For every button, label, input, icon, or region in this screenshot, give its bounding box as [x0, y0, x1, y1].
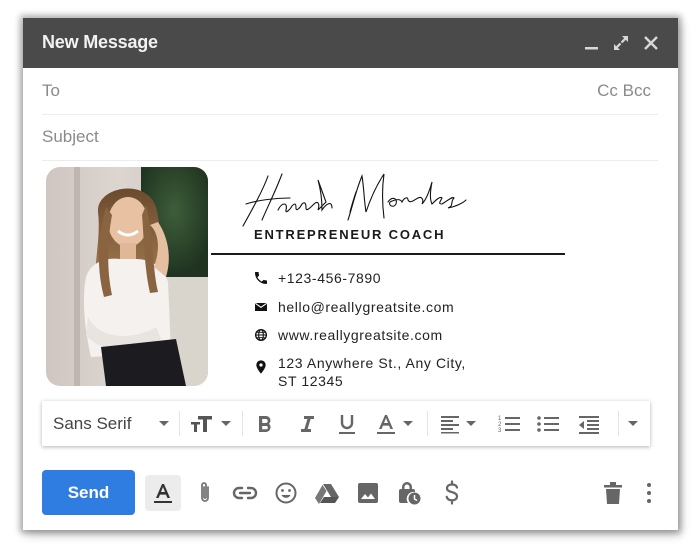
subject-label: Subject — [42, 127, 99, 146]
minimize-icon — [585, 47, 598, 50]
confidential-mode-button[interactable] — [394, 478, 424, 508]
more-formatting-button[interactable] — [628, 401, 638, 446]
italic-button[interactable] — [295, 401, 317, 446]
paperclip-icon — [201, 482, 209, 502]
text-color-button[interactable] — [375, 401, 413, 446]
text-size-icon — [191, 415, 212, 432]
email-icon — [255, 302, 267, 311]
insert-drive-button[interactable] — [312, 478, 342, 508]
to-label: To — [42, 81, 60, 100]
expand-icon — [614, 36, 628, 50]
indent-less-icon — [579, 415, 599, 434]
bcc-link[interactable]: Bcc — [623, 81, 651, 100]
font-family-value: Sans Serif — [53, 413, 132, 433]
link-icon — [232, 486, 258, 500]
more-vertical-icon — [647, 483, 651, 503]
close-icon — [644, 36, 658, 50]
location-pin-icon — [256, 360, 266, 374]
align-button[interactable] — [439, 401, 476, 446]
underline-icon — [339, 414, 355, 434]
phone-text[interactable]: +123-456-7890 — [278, 269, 381, 287]
insert-emoji-button[interactable] — [271, 478, 301, 508]
portrait-image — [46, 167, 208, 386]
subject-field[interactable]: Subject — [42, 114, 658, 161]
insert-photo-button[interactable] — [353, 478, 383, 508]
toolbar-divider — [427, 411, 428, 436]
italic-icon — [301, 415, 314, 432]
numbered-list-button[interactable]: 1 2 3 — [497, 401, 521, 446]
close-button[interactable] — [640, 32, 662, 54]
compose-window: New Message To Cc Bcc Subject ENTREPRENE… — [23, 18, 678, 530]
google-drive-icon — [315, 484, 339, 504]
signature-title: ENTREPRENEUR COACH — [254, 227, 446, 242]
formatting-options-button[interactable] — [145, 475, 181, 511]
align-left-icon — [441, 415, 459, 433]
numbered-list-icon: 1 2 3 — [498, 416, 520, 434]
formatting-toolbar: Sans Serif 1 2 3 — [42, 401, 650, 446]
toolbar-divider — [179, 411, 180, 436]
bold-icon — [259, 415, 271, 432]
send-button[interactable]: Send — [42, 470, 135, 515]
underline-button[interactable] — [336, 401, 358, 446]
trash-icon — [604, 482, 622, 504]
chevron-down-icon — [221, 421, 231, 426]
compose-titlebar[interactable]: New Message — [23, 18, 678, 68]
bulleted-list-button[interactable] — [536, 401, 560, 446]
more-options-button[interactable] — [634, 478, 664, 508]
emoji-icon — [275, 482, 297, 504]
signature-name — [238, 168, 468, 230]
signature-divider — [211, 253, 565, 255]
globe-icon — [255, 329, 267, 341]
bulleted-list-icon — [537, 415, 559, 432]
discard-draft-button[interactable] — [598, 478, 628, 508]
signature-name-script — [242, 173, 467, 227]
svg-text:3: 3 — [498, 428, 502, 434]
text-color-icon — [377, 414, 395, 434]
attach-files-button[interactable] — [190, 478, 220, 508]
expand-button[interactable] — [610, 32, 632, 54]
email-text[interactable]: hello@reallygreatsite.com — [278, 298, 454, 316]
insert-link-button[interactable] — [230, 478, 260, 508]
font-family-select[interactable]: Sans Serif — [53, 401, 170, 446]
address-line2: ST 12345 — [278, 373, 344, 389]
minimize-button[interactable] — [581, 32, 603, 54]
cc-link[interactable]: Cc — [597, 81, 618, 100]
compose-title: New Message — [42, 32, 158, 52]
chevron-down-icon — [403, 421, 413, 426]
website-text[interactable]: www.reallygreatsite.com — [278, 326, 443, 344]
to-field[interactable]: To Cc Bcc — [42, 68, 658, 115]
toolbar-divider — [242, 411, 243, 436]
signature-photo — [46, 167, 208, 386]
phone-icon — [255, 272, 267, 284]
lock-clock-icon — [399, 482, 421, 505]
image-icon — [358, 483, 378, 503]
chevron-down-icon — [159, 421, 170, 426]
text-format-icon — [154, 484, 172, 503]
toolbar-divider — [618, 411, 619, 436]
font-size-button[interactable] — [190, 401, 231, 446]
indent-less-button[interactable] — [577, 401, 601, 446]
address-line1: 123 Anywhere St., Any City, — [278, 355, 466, 371]
insert-money-button[interactable] — [437, 478, 467, 508]
chevron-down-icon — [628, 421, 638, 426]
chevron-down-icon — [466, 421, 476, 426]
cc-bcc-links: Cc Bcc — [597, 81, 651, 101]
bold-button[interactable] — [254, 401, 276, 446]
dollar-icon — [445, 480, 459, 505]
